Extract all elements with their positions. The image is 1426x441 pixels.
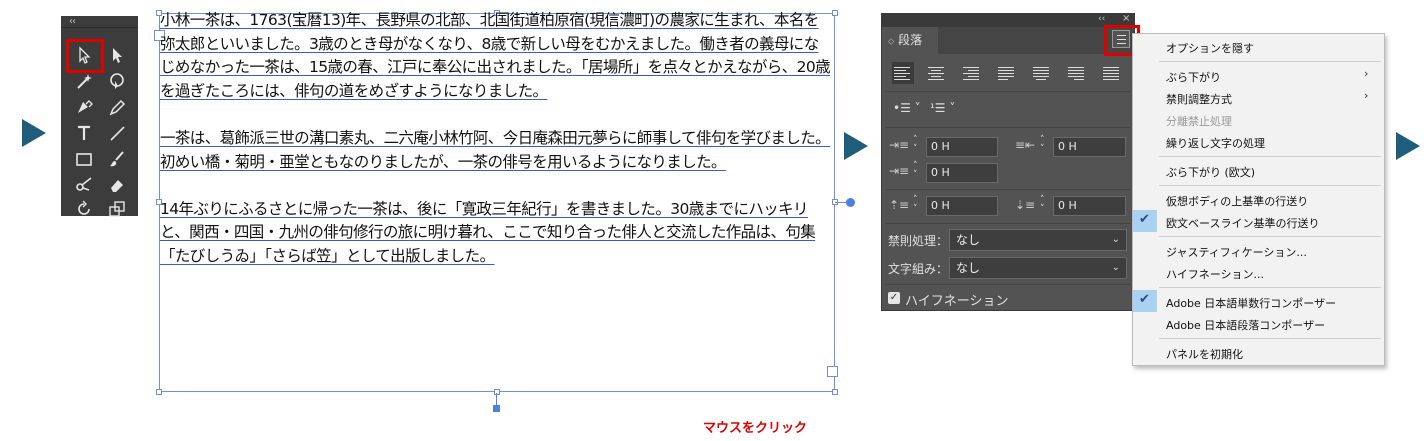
frame-handle[interactable] [832,10,838,16]
menu-item-justification[interactable]: ジャスティフィケーション... [1166,244,1307,260]
stepper-icon[interactable]: ˄ ˅ [913,162,918,180]
menu-item-paragraph-composer[interactable]: Adobe 日本語段落コンポーザー [1166,317,1325,333]
first-line-indent-field[interactable]: 0 H [926,163,998,183]
right-indent-icon: ≡⇤ [1015,138,1036,152]
menu-item-baseline-leading[interactable]: 欧文ベースライン基準の行送り [1166,215,1319,231]
submenu-arrow-icon: › [1364,67,1369,80]
frame-link-dot[interactable] [846,198,855,207]
justify-all-button[interactable] [1101,63,1121,83]
right-indent-field[interactable]: 0 H [1053,137,1126,157]
space-after-icon: ⇣≡ [1015,198,1036,212]
tab-paragraph[interactable]: ⬦ 段落 [882,27,938,54]
panel-close-icon[interactable]: × [1122,13,1130,24]
direct-selection-tool-icon[interactable] [102,43,132,67]
stepper-icon[interactable]: ˄ ˅ [1040,196,1045,214]
menu-item-repeat-char[interactable]: 繰り返し文字の処理 [1166,135,1265,151]
mojikumi-select[interactable]: なし ⌄ [949,257,1127,279]
frame-height-handle-square[interactable] [493,405,500,412]
menu-check-mark: ✔ [1133,210,1157,232]
text-paragraph: 一茶は、葛飾派三世の溝口素丸、二六庵小林竹阿、今日庵森田元夢らに師事して俳句を学… [160,128,831,171]
menu-item-single-line-composer[interactable]: Adobe 日本語単数行コンポーザー [1166,295,1336,311]
pen-tool-icon[interactable] [69,95,99,119]
space-before-icon: ⇡≡ [889,198,910,212]
frame-handle[interactable] [832,389,838,395]
space-before-field[interactable]: 0 H [926,196,998,216]
text-paragraph: 14年ぶりにふるさとに帰った一茶は、後に「寛政三年紀行」を書きました。30歳まで… [160,199,816,265]
story-text[interactable]: 小林一茶は、1763(宝暦13)年、長野県の北部、北国街道柏原宿(現信濃町)の農… [160,9,832,292]
panel-collapse-icon[interactable]: ‹‹ [1098,14,1105,24]
stepper-icon[interactable]: ˄ ˅ [1040,136,1045,154]
type-tool-icon[interactable] [69,121,99,145]
chevron-down-icon: ⌄ [1111,234,1120,245]
frame-handle[interactable] [494,389,500,395]
menu-item-no-break: 分離禁止処理 [1166,115,1232,128]
line-tool-icon[interactable] [102,121,132,145]
hyphenation-label: ハイフネーション [905,294,1009,309]
step-arrow-2 [844,132,868,160]
eraser-tool-icon[interactable] [102,173,132,197]
stepper-icon[interactable]: ˄ ˅ [913,196,918,214]
align-center-button[interactable] [926,63,946,83]
first-line-indent-icon: ⇥≡ [889,164,910,178]
submenu-arrow-icon: › [1364,89,1369,102]
rectangle-tool-icon[interactable] [69,147,99,171]
menu-item-hyphenation[interactable]: ハイフネーション... [1166,266,1264,282]
pencil-tool-icon[interactable] [102,95,132,119]
rotate-tool-icon[interactable] [69,197,99,221]
stepper-icon[interactable]: ˄ ˅ [913,136,918,154]
frame-height-handle[interactable] [496,393,497,405]
menu-item-hide-options[interactable]: オプションを隠す [1166,40,1254,56]
justify-left-button[interactable] [996,63,1016,83]
content-grabber-icon[interactable] [102,69,132,93]
space-after-field[interactable]: 0 H [1053,196,1126,216]
step-arrow-1 [22,119,46,147]
left-indent-icon: ⇥≡ [889,138,910,152]
left-indent-field[interactable]: 0 H [926,137,998,157]
justify-center-button[interactable] [1031,63,1051,83]
menu-item-reset-panel[interactable]: パネルを初期化 [1166,346,1243,362]
scissors-tool-icon[interactable] [69,173,99,197]
panel-collapse-icon[interactable]: ‹‹ [69,16,76,27]
align-left-button[interactable] [892,62,914,84]
menu-item-roman-hanging[interactable]: ぶら下がり (欧文) [1166,164,1255,180]
text-paragraph: 小林一茶は、1763(宝暦13)年、長野県の北部、北国街道柏原宿(現信濃町)の農… [160,11,831,100]
align-right-button[interactable] [961,63,981,83]
numbered-list-icon[interactable]: ¹☰ ˅ [930,101,955,115]
step-arrow-3 [1396,132,1420,160]
menu-item-hanging[interactable]: ぶら下がり [1166,69,1221,85]
bullet-list-icon[interactable]: •☰ ˅ [893,101,921,115]
caption-click-mouse: マウスをクリック [703,421,808,436]
scale-tool-icon[interactable] [102,197,132,221]
mojikumi-label: 文字組み： [888,262,949,276]
menu-item-kinsoku-method[interactable]: 禁則調整方式 [1166,91,1232,107]
out-port-icon[interactable] [827,366,838,377]
menu-check-mark: ✔ [1133,290,1157,312]
kinsoku-select[interactable]: なし ⌄ [949,229,1127,251]
frame-handle[interactable] [156,389,162,395]
selection-tool-highlight [66,39,104,73]
justify-right-button[interactable] [1066,63,1086,83]
brush-tool-icon[interactable] [102,147,132,171]
menu-item-embox-leading[interactable]: 仮想ボディの上基準の行送り [1166,193,1308,209]
hyphenation-checkbox[interactable]: ✓ [888,292,900,304]
kinsoku-label: 禁則処理： [888,234,949,248]
chevron-down-icon: ⌄ [1111,262,1120,273]
